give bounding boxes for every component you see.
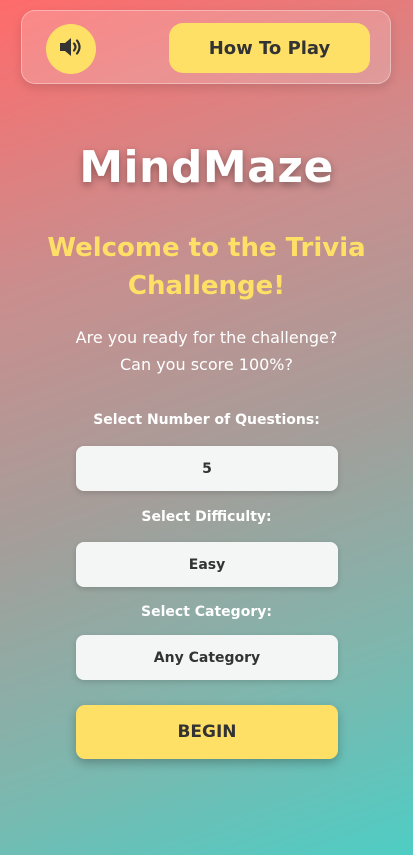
intro-text: Are you ready for the challenge? Can you…	[30, 324, 383, 378]
questions-label: Select Number of Questions:	[93, 412, 320, 428]
top-bar: How To Play	[21, 10, 391, 84]
sound-toggle-button[interactable]	[46, 24, 96, 74]
welcome-heading: Welcome to the Trivia Challenge!	[47, 233, 366, 301]
how-to-play-button[interactable]: How To Play	[169, 23, 370, 73]
difficulty-select[interactable]: Easy	[76, 542, 338, 587]
app-title: MindMaze	[79, 142, 334, 193]
category-label: Select Category:	[141, 604, 272, 620]
speaker-volume-icon	[58, 36, 84, 62]
category-select[interactable]: Any Category	[76, 635, 338, 680]
begin-button[interactable]: BEGIN	[76, 705, 338, 759]
difficulty-label: Select Difficulty:	[141, 509, 272, 525]
questions-select[interactable]: 5	[76, 446, 338, 491]
intro-line-2: Can you score 100%?	[120, 355, 293, 374]
intro-line-1: Are you ready for the challenge?	[75, 328, 338, 347]
